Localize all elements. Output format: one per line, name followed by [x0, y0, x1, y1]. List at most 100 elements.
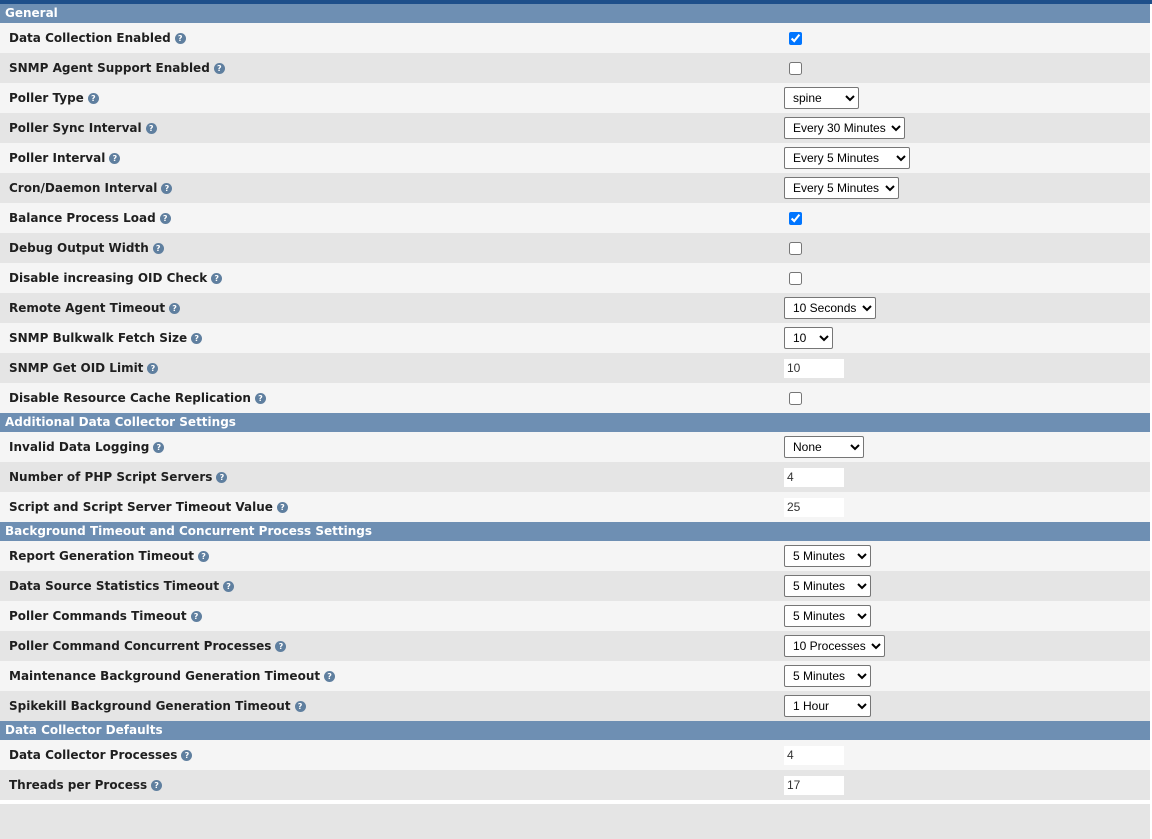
setting-label: Remote Agent Timeout [9, 301, 166, 315]
help-icon[interactable]: ? [198, 550, 210, 562]
setting-label: SNMP Get OID Limit [9, 361, 144, 375]
setting-label: Data Collector Processes [9, 748, 178, 762]
help-icon[interactable]: ? [190, 610, 202, 622]
poller-cmd-timeout-select[interactable]: 5 Minutes [784, 605, 871, 627]
collector-processes-input[interactable] [784, 745, 844, 765]
snmp-get-oid-limit-input[interactable] [784, 358, 844, 378]
setting-label: Script and Script Server Timeout Value [9, 500, 273, 514]
setting-row-poller-sync-interval: Poller Sync Interval? Every 30 Minutes [0, 113, 1150, 143]
setting-row-invalid-data-logging: Invalid Data Logging? None [0, 432, 1150, 462]
data-collection-enabled-checkbox[interactable] [789, 31, 802, 45]
help-icon[interactable]: ? [174, 32, 186, 44]
help-icon[interactable]: ? [153, 441, 165, 453]
help-icon[interactable]: ? [324, 670, 336, 682]
help-icon[interactable]: ? [254, 392, 266, 404]
section-header-defaults: Data Collector Defaults [0, 721, 1150, 740]
help-icon[interactable]: ? [87, 92, 99, 104]
setting-label: Disable Resource Cache Replication [9, 391, 251, 405]
script-timeout-input[interactable] [784, 497, 844, 517]
setting-label: Number of PHP Script Servers [9, 470, 213, 484]
setting-label: Poller Sync Interval [9, 121, 142, 135]
maint-bg-timeout-select[interactable]: 5 Minutes [784, 665, 871, 687]
spikekill-bg-timeout-select[interactable]: 1 Hour [784, 695, 871, 717]
remote-agent-timeout-select[interactable]: 10 Seconds [784, 297, 876, 319]
report-gen-timeout-select[interactable]: 5 Minutes [784, 545, 871, 567]
setting-row-cron-interval: Cron/Daemon Interval? Every 5 Minutes [0, 173, 1150, 203]
help-icon[interactable]: ? [151, 779, 163, 791]
cron-interval-select[interactable]: Every 5 Minutes [784, 177, 899, 199]
help-icon[interactable]: ? [223, 580, 235, 592]
poller-sync-interval-select[interactable]: Every 30 Minutes [784, 117, 905, 139]
setting-label: Report Generation Timeout [9, 549, 195, 563]
setting-label: Poller Command Concurrent Processes [9, 639, 272, 653]
help-icon[interactable]: ? [159, 212, 171, 224]
setting-label: Spikekill Background Generation Timeout [9, 699, 291, 713]
setting-label: Invalid Data Logging [9, 440, 150, 454]
setting-row-data-collection-enabled: Data Collection Enabled? [0, 23, 1150, 53]
setting-row-maint-bg-timeout: Maintenance Background Generation Timeou… [0, 661, 1150, 691]
setting-row-snmp-agent-support: SNMP Agent Support Enabled? [0, 53, 1150, 83]
setting-row-snmp-get-oid-limit: SNMP Get OID Limit? [0, 353, 1150, 383]
poller-interval-select[interactable]: Every 5 Minutes [784, 147, 910, 169]
help-icon[interactable]: ? [211, 272, 223, 284]
help-icon[interactable]: ? [152, 242, 164, 254]
setting-label: Threads per Process [9, 778, 148, 792]
threads-per-process-input[interactable] [784, 775, 844, 795]
setting-row-report-gen-timeout: Report Generation Timeout? 5 Minutes [0, 541, 1150, 571]
help-icon[interactable]: ? [147, 362, 159, 374]
debug-output-width-checkbox[interactable] [789, 241, 802, 255]
setting-label: SNMP Bulkwalk Fetch Size [9, 331, 188, 345]
setting-row-poller-cmd-processes: Poller Command Concurrent Processes? 10 … [0, 631, 1150, 661]
disable-oid-check-checkbox[interactable] [789, 271, 802, 285]
help-icon[interactable]: ? [109, 152, 121, 164]
help-icon[interactable]: ? [181, 749, 193, 761]
poller-type-select[interactable]: spine [784, 87, 859, 109]
setting-row-disable-resource-cache: Disable Resource Cache Replication? [0, 383, 1150, 413]
ds-stats-timeout-select[interactable]: 5 Minutes [784, 575, 871, 597]
help-icon[interactable]: ? [161, 182, 173, 194]
setting-row-poller-interval: Poller Interval? Every 5 Minutes [0, 143, 1150, 173]
setting-row-poller-cmd-timeout: Poller Commands Timeout? 5 Minutes [0, 601, 1150, 631]
setting-row-spikekill-bg-timeout: Spikekill Background Generation Timeout?… [0, 691, 1150, 721]
help-icon[interactable]: ? [191, 332, 203, 344]
section-header-general: General [0, 4, 1150, 23]
balance-process-load-checkbox[interactable] [789, 211, 802, 225]
setting-row-snmp-bulkwalk-size: SNMP Bulkwalk Fetch Size? 10 [0, 323, 1150, 353]
help-icon[interactable]: ? [216, 471, 228, 483]
setting-label: Disable increasing OID Check [9, 271, 208, 285]
setting-row-php-script-servers: Number of PHP Script Servers? [0, 462, 1150, 492]
poller-cmd-processes-select[interactable]: 10 Processes [784, 635, 885, 657]
setting-label: Poller Commands Timeout [9, 609, 187, 623]
invalid-data-logging-select[interactable]: None [784, 436, 864, 458]
setting-label: Data Source Statistics Timeout [9, 579, 220, 593]
setting-label: Poller Interval [9, 151, 106, 165]
setting-label: Balance Process Load [9, 211, 156, 225]
help-icon[interactable]: ? [294, 700, 306, 712]
help-icon[interactable]: ? [169, 302, 181, 314]
setting-row-debug-output-width: Debug Output Width? [0, 233, 1150, 263]
setting-label: Data Collection Enabled [9, 31, 171, 45]
disable-resource-cache-checkbox[interactable] [789, 391, 802, 405]
section-header-background: Background Timeout and Concurrent Proces… [0, 522, 1150, 541]
setting-label: Cron/Daemon Interval [9, 181, 158, 195]
setting-row-remote-agent-timeout: Remote Agent Timeout? 10 Seconds [0, 293, 1150, 323]
setting-row-ds-stats-timeout: Data Source Statistics Timeout? 5 Minute… [0, 571, 1150, 601]
setting-row-collector-processes: Data Collector Processes? [0, 740, 1150, 770]
settings-form: General Data Collection Enabled? SNMP Ag… [0, 4, 1150, 839]
setting-row-balance-process-load: Balance Process Load? [0, 203, 1150, 233]
snmp-bulkwalk-size-select[interactable]: 10 [784, 327, 833, 349]
setting-row-poller-type: Poller Type? spine [0, 83, 1150, 113]
setting-row-disable-oid-check: Disable increasing OID Check? [0, 263, 1150, 293]
setting-row-script-timeout: Script and Script Server Timeout Value? [0, 492, 1150, 522]
setting-label: Maintenance Background Generation Timeou… [9, 669, 321, 683]
setting-label: SNMP Agent Support Enabled [9, 61, 210, 75]
help-icon[interactable]: ? [213, 62, 225, 74]
php-script-servers-input[interactable] [784, 467, 844, 487]
setting-row-threads-per-process: Threads per Process? [0, 770, 1150, 800]
form-footer [0, 804, 1150, 839]
setting-label: Debug Output Width [9, 241, 149, 255]
snmp-agent-support-checkbox[interactable] [789, 61, 802, 75]
help-icon[interactable]: ? [276, 501, 288, 513]
help-icon[interactable]: ? [275, 640, 287, 652]
help-icon[interactable]: ? [145, 122, 157, 134]
